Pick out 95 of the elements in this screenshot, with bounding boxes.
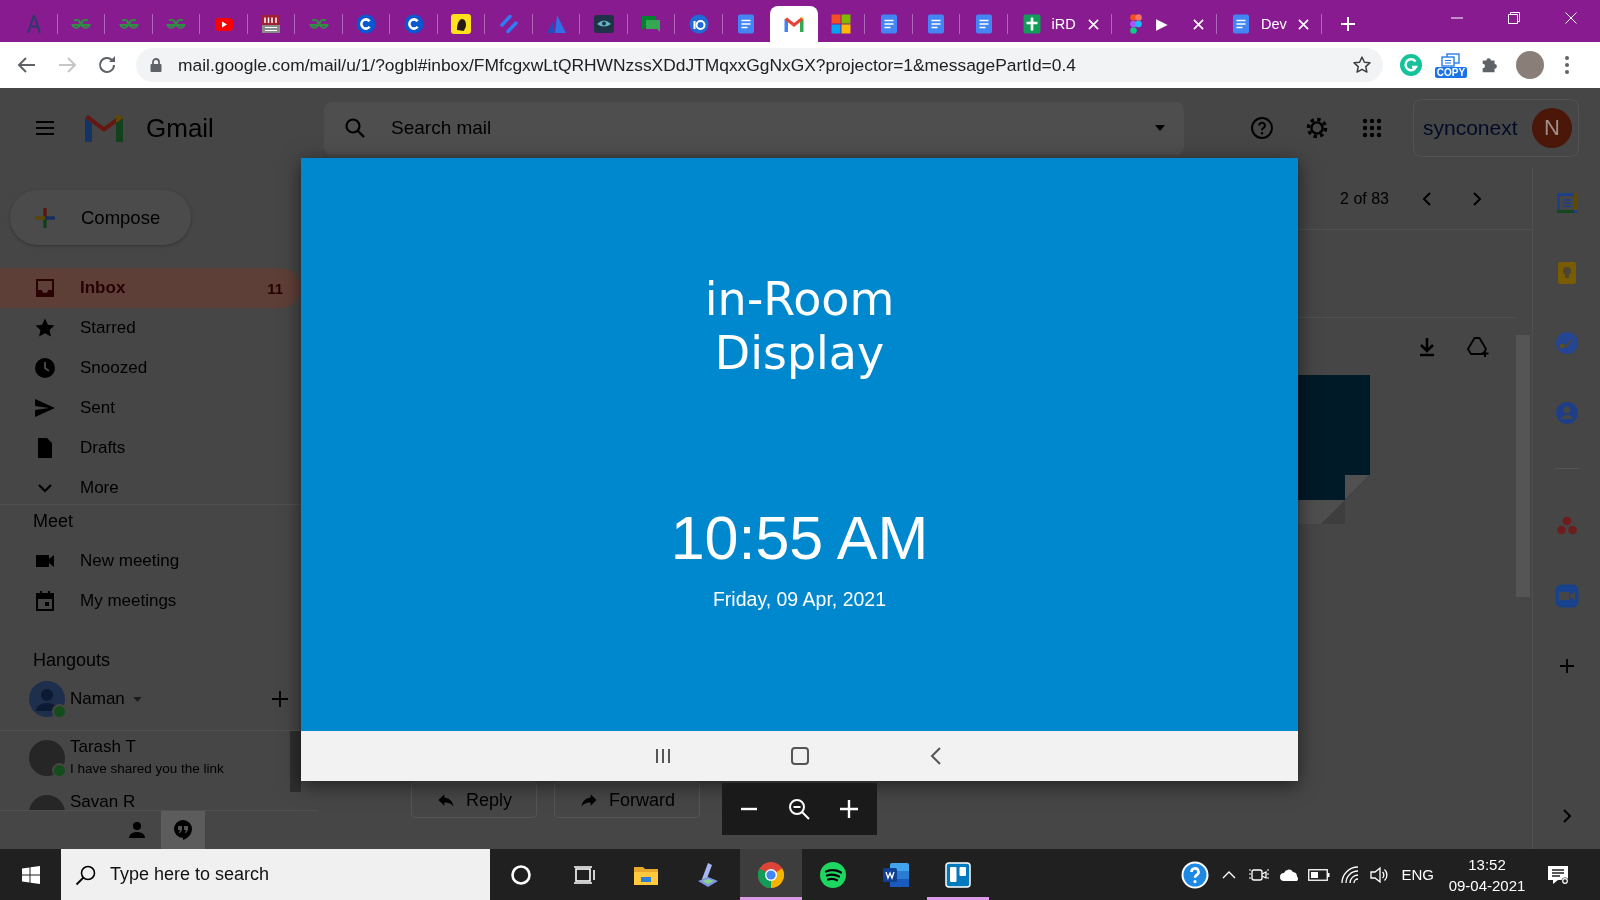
product-name: Gmail [146,112,214,144]
calendar-icon [33,589,57,613]
apps-grid-icon[interactable] [1360,116,1384,140]
meet-item[interactable]: New meeting [0,541,300,581]
help-icon[interactable] [1181,860,1210,889]
compose-button[interactable]: Compose [10,190,191,245]
folder-item[interactable]: Inbox 11 [0,268,300,308]
organization-logo: synconext [1423,116,1518,140]
close-icon[interactable] [1297,18,1309,30]
clock-time: 13:52 [1468,854,1506,875]
board-icon [943,860,972,889]
taskbar-app-button[interactable] [739,849,802,900]
folder-item[interactable]: Starred [0,308,300,348]
slash-stripes-icon [498,14,519,34]
eye-icon [593,14,614,34]
extension-badge: COPY [1434,66,1468,78]
unread-count: 11 [267,279,283,297]
triangle-plus-icon[interactable] [1466,334,1490,359]
display-title: in-Room Display [703,272,896,380]
language-indicator[interactable]: ENG [1401,866,1434,883]
contact-name[interactable]: Tarash T [70,737,224,757]
close-icon[interactable] [1193,18,1204,30]
clock-date: 09-04-2021 [1448,875,1526,896]
circle-badge-icon [688,14,709,34]
sound-waves-icon [819,860,848,889]
reply-button[interactable]: Reply [411,782,538,818]
folder-item[interactable]: More [0,468,300,504]
clock-icon [33,356,57,380]
logo-tile-icon [261,14,282,34]
document-icon [1231,14,1251,34]
close-icon[interactable] [1565,12,1578,24]
wifi-icon[interactable] [1340,864,1361,885]
document-icon [736,14,757,34]
account-avatar[interactable]: N [1532,108,1572,148]
bookmark-star-icon[interactable] [1352,55,1372,75]
contact-name[interactable]: Naman [70,689,125,709]
spreadsheet-icon [1021,14,1042,34]
plus-icon [33,205,57,230]
search-field[interactable]: Search mail [324,101,1184,155]
menu-icon[interactable] [1564,55,1570,75]
start-icon[interactable] [20,864,41,885]
document-icon [878,14,899,34]
document-stack-icon [881,860,910,889]
browser-tab[interactable]: Dev [1217,6,1322,42]
triangle-icon [546,14,567,34]
folder-item[interactable]: Snoozed [0,348,300,388]
send-icon [33,396,57,420]
c-circle-icon [403,14,424,34]
address-field[interactable]: mail.google.com/mail/u/1/?ogbl#inbox/FMfcgxwLtQRHWNzssXDdJTMqxxGgNxGX?projector=1&messagePartId=0.4 [136,48,1383,82]
clock-button[interactable]: 13:52 09-04-2021 [1442,853,1532,896]
g-circle-icon[interactable] [1399,53,1423,77]
browser-tab[interactable]: iRD [1007,6,1113,42]
forward-button[interactable]: Forward [554,782,701,818]
pager-text: 2 of 83 [1340,189,1389,208]
profile-photo-placeholder[interactable] [1516,51,1544,79]
settings-icon[interactable] [1305,116,1329,140]
chat-bubble-icon [641,14,662,34]
contact-name[interactable]: Savan R [70,792,136,810]
search-icon[interactable] [343,116,367,140]
document-icon [973,14,994,34]
folder-item[interactable]: Sent [0,388,300,428]
document-icon [926,14,947,34]
online-dot-icon [52,704,67,719]
online-dot-icon [52,763,67,778]
volume-icon[interactable] [1369,864,1390,885]
quote-bubble-icon [171,818,195,842]
battery-icon[interactable] [1308,868,1331,881]
restore-icon[interactable] [1508,12,1521,24]
clock-date: Friday, 09 Apr, 2021 [712,587,887,612]
new-tab-icon[interactable] [1339,16,1356,32]
lock-icon [150,58,162,72]
face-tile-icon [451,14,472,34]
mail-logo-icon [84,113,124,143]
search-icon [75,863,97,886]
clock-time: 10:55 AM [670,503,929,573]
section-heading: Meet [32,509,75,533]
scrollbar-thumb[interactable] [290,731,301,792]
search-field[interactable]: Type here to search [61,849,490,900]
section-heading: Hangouts [32,648,112,672]
inbox-icon [33,276,57,300]
close-icon[interactable] [1088,18,1100,30]
mail-icon [783,14,804,34]
sidebar-tab[interactable] [161,811,205,849]
folder-item[interactable]: Drafts [0,428,300,468]
c-circle-icon [356,14,377,34]
browser-tab[interactable]: ▶ [1112,6,1217,42]
dropdown-caret-icon[interactable] [1155,125,1165,131]
meet-item[interactable]: My meetings [0,581,300,621]
color-ring-icon [756,860,785,889]
account-button[interactable]: synconext N [1413,99,1579,157]
url-text: mail.google.com/mail/u/1/?ogbl#inbox/FMfcgxwLtQRHWNzssXDdJTMqxxGgNxGX?projector=1&messagePartId=0.4 [178,54,1076,76]
zoom-out-icon[interactable] [787,797,811,821]
four-squares-icon [831,14,852,34]
check-circle-icon[interactable] [1554,331,1579,355]
attachment-preview[interactable] [1298,375,1370,524]
